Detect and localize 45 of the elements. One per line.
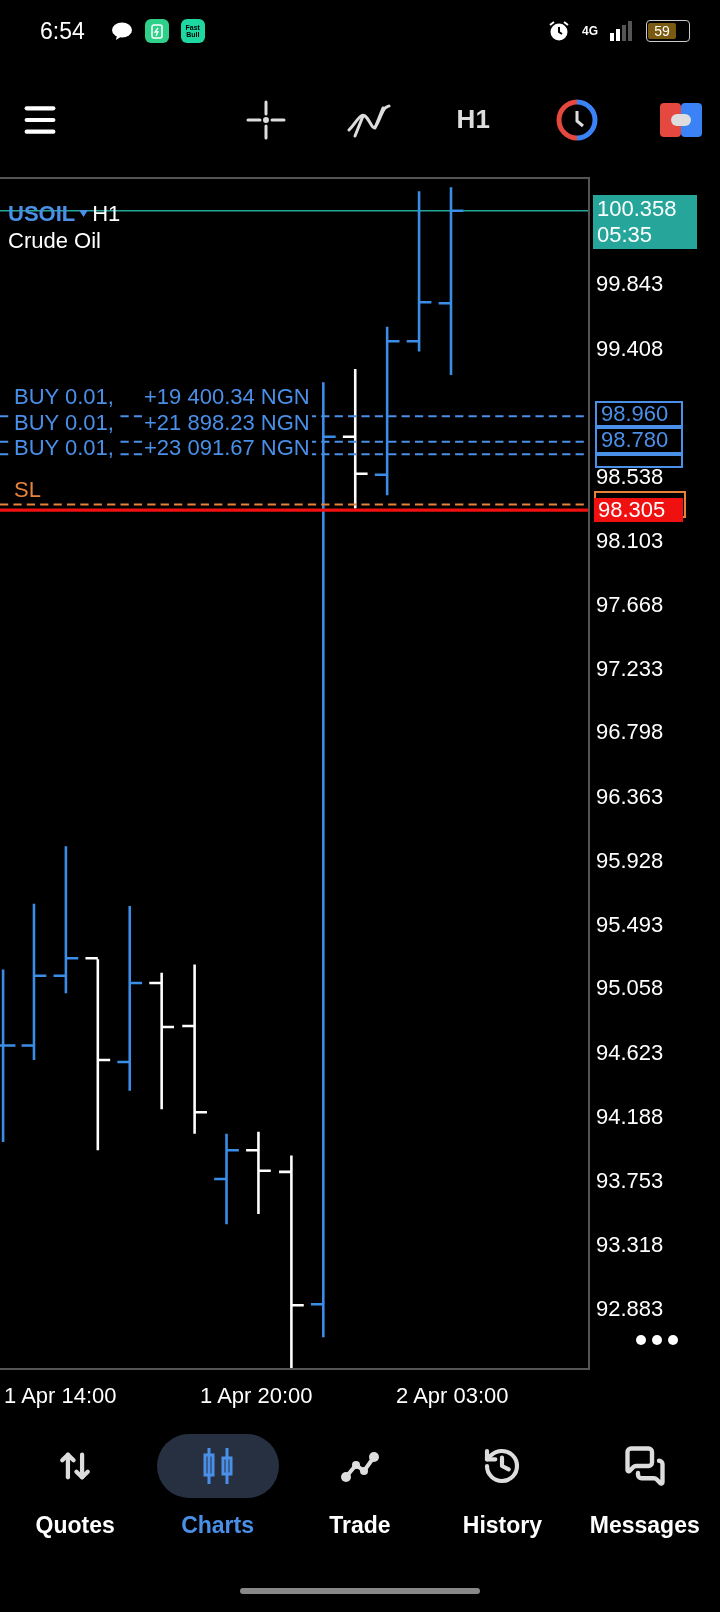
nav-tab[interactable]: Charts	[146, 1434, 289, 1580]
battery-icon: 59	[646, 20, 690, 42]
order-price-tag: 98.780	[595, 426, 683, 454]
alarm-clock-icon	[548, 20, 570, 42]
signal-icon	[610, 21, 634, 41]
time-label: 2 Apr 03:00	[395, 1383, 510, 1409]
price-label: 96.798	[596, 721, 664, 744]
price-label: 95.058	[596, 977, 664, 1000]
clock-time: 6:54	[40, 17, 85, 45]
price-label: 98.103	[596, 530, 664, 552]
price-label: 96.363	[596, 786, 664, 809]
price-label: 92.883	[596, 1298, 664, 1321]
stop-loss-label: SL	[14, 478, 41, 501]
order-price-tag: 98.960	[595, 401, 683, 427]
more-icon[interactable]	[635, 1334, 679, 1347]
crosshair-icon	[244, 98, 287, 141]
line-chart-icon	[340, 1449, 380, 1483]
price-label: 99.408	[596, 337, 664, 360]
time-label: 1 Apr 14:00	[3, 1383, 118, 1409]
nav-tab[interactable]: Trade	[288, 1434, 432, 1580]
last-price-tag: 98.305	[594, 497, 683, 522]
clock-icon	[556, 98, 599, 141]
price-label: 97.668	[596, 593, 664, 616]
price-label: 93.318	[596, 1233, 664, 1256]
price-label: 93.753	[596, 1169, 664, 1192]
price-label: 98.538	[596, 466, 664, 489]
nav-tab[interactable]: Quotes	[4, 1434, 147, 1580]
nav-tab[interactable]: Messages	[573, 1434, 716, 1580]
symbol-description: Crude Oil	[8, 229, 101, 252]
current-price-tag: 100.358 05:35	[593, 195, 697, 250]
nav-tab[interactable]: History	[431, 1434, 574, 1580]
price-label: 95.493	[596, 913, 664, 936]
messages-icon	[623, 1445, 666, 1487]
price-label: 94.188	[596, 1106, 664, 1128]
toggle-icon	[659, 102, 702, 137]
network-type: 4G	[582, 24, 598, 38]
price-label: 95.928	[596, 849, 664, 872]
timeframe-button[interactable]: H1	[434, 95, 513, 144]
price-label: 97.233	[596, 657, 664, 680]
chat-bubble-icon	[110, 21, 133, 41]
battery-app-icon	[144, 19, 169, 43]
price-label: 94.623	[596, 1042, 664, 1065]
time-label: 1 Apr 20:00	[199, 1383, 314, 1409]
price-label: 99.843	[596, 272, 664, 295]
caret-icon	[79, 210, 89, 217]
